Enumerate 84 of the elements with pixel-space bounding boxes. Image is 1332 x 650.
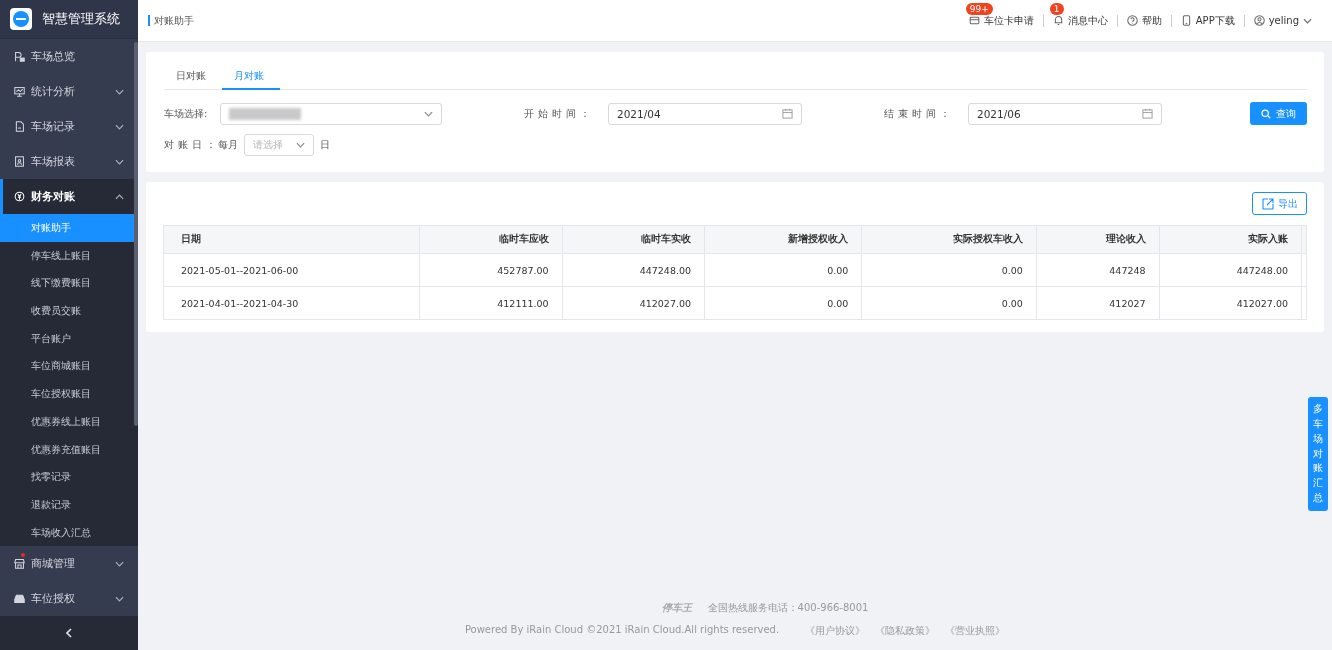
table-cell: 447248.00 <box>1159 253 1302 287</box>
column-header: 实际授权车收入 <box>861 225 1037 254</box>
phone-icon <box>1180 15 1192 26</box>
menu-item[interactable]: 车位授权 <box>0 581 138 617</box>
logo-icon <box>10 8 32 31</box>
column-header: 新增授权收入 <box>704 225 862 254</box>
submenu-item[interactable]: 优惠券线上账目 <box>0 408 138 436</box>
menu-item[interactable]: 车场报表 <box>0 144 138 180</box>
date-field[interactable]: 2021/04 <box>608 102 802 125</box>
export-icon <box>1261 197 1274 210</box>
count-badge: 1 <box>1049 3 1064 15</box>
submenu-item[interactable]: 找零记录 <box>0 463 138 492</box>
calendar-icon <box>1142 108 1153 119</box>
field-label: 结束时间： <box>884 106 955 121</box>
field-label: 开始时间： <box>524 106 595 121</box>
chevron-down-icon <box>115 595 124 602</box>
table-cell: 0.00 <box>861 286 1037 320</box>
search-icon <box>1261 108 1271 119</box>
coin-icon <box>14 191 25 203</box>
breadcrumb: 对账助手 <box>148 15 194 26</box>
menu-item[interactable]: 车场总览 <box>0 39 138 75</box>
chevron-down-icon <box>115 88 124 95</box>
submenu-item[interactable]: 车位商城账目 <box>0 352 138 381</box>
submenu-item[interactable]: 车场收入汇总 <box>0 518 138 547</box>
count-badge: 99+ <box>965 3 993 15</box>
column-header: 临时车应收 <box>419 225 563 254</box>
field-prefix: 每月 <box>218 138 238 152</box>
table-cell: 2021-04-01--2021-04-30 <box>163 286 420 320</box>
submenu-item[interactable]: 退款记录 <box>0 491 138 519</box>
nav-link[interactable]: 帮助 <box>1126 13 1162 28</box>
table-cell: 0.00 <box>704 286 862 320</box>
chevron-down-icon <box>115 158 124 165</box>
chevron-down-icon <box>424 110 433 117</box>
tab[interactable]: 日对账 <box>164 64 222 90</box>
table-cell: 452787.00 <box>419 253 563 287</box>
document-icon <box>14 121 25 133</box>
menu-item[interactable]: 商城管理 <box>0 546 138 582</box>
submenu-item[interactable]: 车位授权账目 <box>0 380 138 408</box>
table-cell: 2021-05-01--2021-06-00 <box>163 253 420 287</box>
submenu-item[interactable]: 停车线上账目 <box>0 241 138 270</box>
parking-icon <box>14 51 25 63</box>
date-field[interactable]: 2021/06 <box>968 102 1162 125</box>
field-suffix: 日 <box>320 138 330 152</box>
table-cell: 412027 <box>1036 286 1160 320</box>
nav-link[interactable]: APP下载 <box>1180 13 1235 28</box>
chevron-down-icon <box>115 123 124 130</box>
app-title: 智慧管理系统 <box>42 10 120 28</box>
monitor-icon <box>14 86 25 98</box>
nav-link[interactable]: yeling <box>1253 15 1312 26</box>
redacted-value <box>229 107 301 120</box>
column-header: 理论收入 <box>1036 225 1160 254</box>
park-select[interactable] <box>220 102 442 125</box>
submenu-item[interactable]: 优惠券充值账目 <box>0 435 138 464</box>
column-header: 临时车实收 <box>562 225 705 254</box>
submenu-item[interactable]: 平台账户 <box>0 324 138 353</box>
menu-item[interactable]: 统计分析 <box>0 74 138 110</box>
calendar-icon <box>782 108 793 119</box>
table-cell: 412027.00 <box>562 286 705 320</box>
scrollbar[interactable] <box>134 42 138 426</box>
table-cell: 412027.00 <box>1159 286 1302 320</box>
copyright-text: Powered By iRain Cloud ©2021 iRain Cloud.All rights reserved. <box>464 624 780 637</box>
table-cell: 412111.00 <box>419 286 563 320</box>
help-icon <box>1126 15 1138 26</box>
column-header: 日期 <box>163 225 420 254</box>
chevron-left-icon <box>66 628 72 639</box>
chevron-down-icon <box>296 142 305 148</box>
table-cell: 447248 <box>1036 253 1160 287</box>
report-icon <box>14 156 25 168</box>
submenu-item[interactable]: 线下缴费账目 <box>0 269 138 298</box>
chevron-down-icon <box>115 560 124 567</box>
user-icon <box>1253 15 1265 26</box>
field-label: 车场选择: <box>164 106 209 121</box>
submenu-item[interactable]: 收费员交账 <box>0 297 138 325</box>
column-header: 实际入账 <box>1159 225 1302 254</box>
table-cell: 447248.00 <box>562 253 705 287</box>
field-label: 对账日： <box>164 138 212 152</box>
car-icon <box>14 593 25 605</box>
table-cell: 0.00 <box>704 253 862 287</box>
collapse-button[interactable] <box>0 616 138 650</box>
footer-logo: 停车王 <box>661 601 692 615</box>
menu-item[interactable]: 车场记录 <box>0 109 138 145</box>
hotline-text: 全国热线服务电话：400-966-8001 <box>707 601 869 615</box>
table-cell: 0.00 <box>861 253 1037 287</box>
chevron-up-icon <box>115 193 124 200</box>
